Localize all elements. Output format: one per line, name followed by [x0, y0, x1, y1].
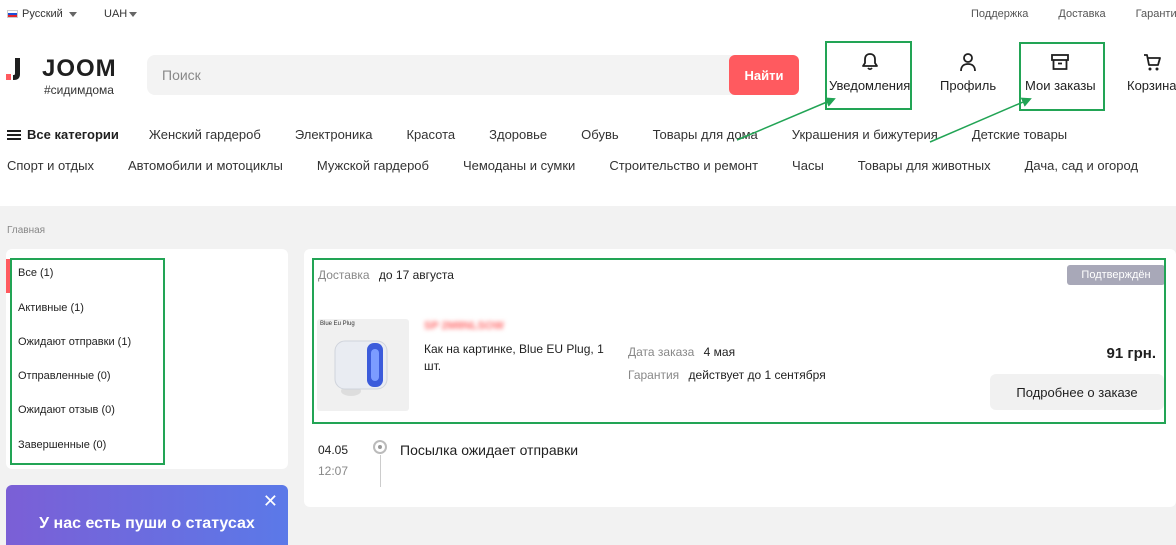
category-link[interactable]: Электроника	[295, 127, 373, 142]
category-link[interactable]: Товары для дома	[653, 127, 758, 142]
all-categories-button[interactable]: Все категории	[7, 127, 119, 142]
profile-label: Профиль	[940, 78, 997, 93]
promo-title: У нас есть пуши о статусах	[39, 515, 255, 532]
categories-row-2: Спорт и отдых Автомобили и мотоциклы Муж…	[7, 158, 1172, 173]
top-links: Поддержка Доставка Гарантия	[971, 8, 1176, 20]
breadcrumb[interactable]: Главная	[7, 225, 45, 236]
cart-button[interactable]: Корзина	[1127, 52, 1176, 93]
category-link[interactable]: Строительство и ремонт	[609, 158, 758, 173]
category-link[interactable]: Товары для животных	[858, 158, 991, 173]
timeline-time: 12:07	[318, 464, 349, 478]
caret-down-icon	[68, 11, 77, 17]
close-icon[interactable]: ✕	[263, 491, 278, 512]
all-categories-label: Все категории	[27, 127, 119, 142]
warranty-link[interactable]: Гарантия	[1136, 8, 1176, 20]
language-selector[interactable]: Русский	[7, 8, 77, 20]
category-link[interactable]: Женский гардероб	[149, 127, 261, 142]
category-link[interactable]: Часы	[792, 158, 824, 173]
search-bar: Найти	[147, 55, 799, 95]
logo-text: JOOM	[42, 55, 117, 82]
content-area: Главная Все (1) Активные (1) Ожидают отп…	[0, 206, 1176, 545]
category-link[interactable]: Чемоданы и сумки	[463, 158, 575, 173]
category-link[interactable]: Здоровье	[489, 127, 547, 142]
category-link[interactable]: Обувь	[581, 127, 618, 142]
search-input[interactable]	[147, 55, 727, 95]
logo-tagline: #сидимдома	[44, 83, 114, 97]
search-button[interactable]: Найти	[729, 55, 799, 95]
currency-label: UAH	[104, 8, 128, 20]
order-highlight-box	[312, 258, 1166, 424]
top-bar: Русский UAH Поддержка Доставка Гарантия	[0, 0, 1176, 28]
menu-icon	[7, 129, 21, 140]
timeline-dot-icon	[373, 440, 387, 454]
notifications-highlight-box	[825, 41, 912, 110]
category-link[interactable]: Спорт и отдых	[7, 158, 94, 173]
timeline-line	[380, 455, 381, 487]
cart-icon	[1143, 54, 1161, 71]
caret-down-icon	[129, 11, 138, 17]
profile-button[interactable]: Профиль	[940, 52, 996, 93]
category-link[interactable]: Автомобили и мотоциклы	[128, 158, 283, 173]
orders-highlight-box	[1019, 42, 1105, 111]
currency-selector[interactable]: UAH	[104, 8, 138, 20]
cart-label: Корзина	[1127, 78, 1176, 93]
category-link[interactable]: Украшения и бижутерия	[792, 127, 938, 142]
timeline-date: 04.05	[318, 443, 349, 457]
support-link[interactable]: Поддержка	[971, 8, 1028, 20]
category-link[interactable]: Красота	[406, 127, 455, 142]
timeline-event: Посылка ожидает отправки	[400, 442, 579, 458]
filters-highlight-box	[10, 258, 165, 465]
categories-row-1: Все категории Женский гардероб Электрони…	[7, 127, 1101, 142]
category-link[interactable]: Дача, сад и огород	[1025, 158, 1138, 173]
category-link[interactable]: Детские товары	[972, 127, 1067, 142]
russia-flag-icon	[7, 10, 18, 18]
category-link[interactable]: Мужской гардероб	[317, 158, 429, 173]
language-label: Русский	[22, 8, 63, 20]
delivery-link[interactable]: Доставка	[1058, 8, 1105, 20]
push-promo-banner: ✕ У нас есть пуши о статусах	[6, 485, 288, 545]
user-icon	[960, 53, 976, 72]
joom-logo-icon	[6, 58, 20, 80]
